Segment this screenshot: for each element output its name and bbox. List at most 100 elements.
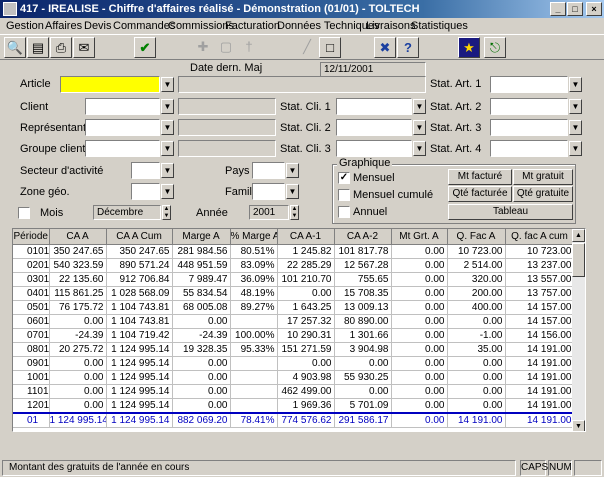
- table-row[interactable]: 1001 0.00 1 124 995.14 0.00 4 903.98 55 930.2…: [13, 370, 575, 385]
- stat-cli-1-field[interactable]: [336, 98, 412, 115]
- menu-devis[interactable]: Devis: [84, 19, 112, 33]
- scroll-down-icon[interactable]: ▼: [572, 420, 585, 431]
- menu-statistiques[interactable]: Statistiques: [411, 19, 468, 33]
- stat-cli-2-dropdown-icon[interactable]: ▼: [413, 120, 426, 135]
- tool-icon[interactable]: †: [238, 37, 260, 58]
- secteur-dropdown-icon[interactable]: ▼: [161, 163, 174, 178]
- stat-art-4-dropdown-icon[interactable]: ▼: [569, 141, 582, 156]
- ok-check-icon[interactable]: ✔: [134, 37, 156, 58]
- table-row[interactable]: 0401 115 861.25 1 028 568.09 55 834.54 48.19…: [13, 286, 575, 301]
- menu-commandes[interactable]: Commandes: [113, 19, 175, 33]
- camera-icon[interactable]: ▤: [27, 37, 49, 58]
- article-dropdown-icon[interactable]: ▼: [161, 77, 174, 92]
- column-header[interactable]: CA A Cum: [106, 229, 173, 245]
- date-value: 12/11/2001: [320, 62, 426, 77]
- zone-field[interactable]: [131, 183, 160, 200]
- close-button[interactable]: ×: [586, 2, 602, 16]
- article-field[interactable]: [60, 76, 160, 93]
- scroll-thumb[interactable]: [572, 243, 585, 277]
- table-row[interactable]: 0801 20 275.72 1 124 995.14 19 328.35 95.33%…: [13, 342, 575, 357]
- column-header[interactable]: % Marge A: [230, 229, 278, 245]
- table-row[interactable]: 1201 0.00 1 124 995.14 0.00 1 969.36 5 701.09…: [13, 398, 575, 413]
- famille-dropdown-icon[interactable]: ▼: [286, 184, 299, 199]
- zone-dropdown-icon[interactable]: ▼: [161, 184, 174, 199]
- stat-art-3-field[interactable]: [490, 119, 568, 136]
- stat-cli-2-field[interactable]: [336, 119, 412, 136]
- exit-icon[interactable]: ⎋: [484, 37, 506, 58]
- column-header[interactable]: CA A-1: [277, 229, 335, 245]
- table-row[interactable]: 0301 22 135.60 912 706.84 7 989.47 36.09% 101…: [13, 272, 575, 287]
- secteur-field[interactable]: [131, 162, 160, 179]
- client-field[interactable]: [85, 98, 160, 115]
- groupe-client-dropdown-icon[interactable]: ▼: [161, 141, 174, 156]
- qte-gratuite-button[interactable]: Qté gratuite: [513, 186, 573, 202]
- table-row[interactable]: 0701 -24.39 1 104 719.42 -24.39 100.00% 10 29…: [13, 328, 575, 343]
- blank-page-icon[interactable]: □: [319, 37, 341, 58]
- table-cell: 5 701.09: [334, 398, 392, 413]
- menu-donnees-techniques[interactable]: Données Techniques: [277, 19, 380, 33]
- menu-livraisons[interactable]: Livraisons: [366, 19, 416, 33]
- stat-art-2-dropdown-icon[interactable]: ▼: [569, 99, 582, 114]
- menu-facturation[interactable]: Facturation: [225, 19, 280, 33]
- total-row[interactable]: 01 1 124 995.14 1 124 995.14 882 069.20 78.4…: [13, 411, 575, 428]
- stat-art-1-dropdown-icon[interactable]: ▼: [569, 77, 582, 92]
- mois-checkbox[interactable]: [18, 207, 30, 219]
- annee-value[interactable]: 2001: [249, 205, 289, 220]
- stat-cli-1-dropdown-icon[interactable]: ▼: [413, 99, 426, 114]
- table-row[interactable]: 0601 0.00 1 104 743.81 0.00 17 257.32 80 890.…: [13, 314, 575, 329]
- famille-field[interactable]: [252, 183, 285, 200]
- column-header[interactable]: Q. Fac A: [447, 229, 506, 245]
- table-row[interactable]: 0101 350 247.65 350 247.65 281 984.56 80.51%…: [13, 244, 575, 259]
- mois-spinner-icon[interactable]: ▲ ▼: [162, 205, 171, 220]
- table-row[interactable]: 0901 0.00 1 124 995.14 0.00 0.00 0.00 0.00 0.00…: [13, 356, 575, 371]
- results-grid[interactable]: Période CA A CA A Cum Marge A% Marge A CA A-…: [12, 228, 586, 432]
- add-icon[interactable]: ✚: [192, 37, 214, 58]
- menu-gestion[interactable]: Gestion: [6, 19, 44, 33]
- annee-spinner-icon[interactable]: ▲ ▼: [290, 205, 299, 220]
- column-header[interactable]: CA A-2: [334, 229, 392, 245]
- mensuel-cumule-checkbox[interactable]: [338, 189, 350, 201]
- pays-dropdown-icon[interactable]: ▼: [286, 163, 299, 178]
- stat-cli-3-field[interactable]: [336, 140, 412, 157]
- table-row[interactable]: 0501 76 175.72 1 104 743.81 68 005.08 89.27%…: [13, 300, 575, 315]
- stat-art-4-field[interactable]: [490, 140, 568, 157]
- tableau-button[interactable]: Tableau: [448, 204, 573, 220]
- column-header[interactable]: Q. fac A cum: [505, 229, 575, 245]
- mail-icon[interactable]: ✉: [73, 37, 95, 58]
- stat-art-1-field[interactable]: [490, 76, 568, 93]
- minimize-button[interactable]: _: [550, 2, 566, 16]
- column-header[interactable]: CA A: [49, 229, 107, 245]
- table-cell: 13 009.13: [334, 300, 392, 315]
- mois-value[interactable]: Décembre: [93, 205, 161, 220]
- filter-form: Date dern. Maj 12/11/2001 Article ▼ Stat…: [4, 60, 600, 228]
- vertical-scrollbar[interactable]: ▲ ▼: [572, 229, 585, 431]
- help-icon[interactable]: ?: [397, 37, 419, 58]
- print-icon[interactable]: ⎙: [50, 37, 72, 58]
- wizard-icon[interactable]: ★: [458, 37, 480, 58]
- mensuel-checkbox[interactable]: ✓: [338, 172, 350, 184]
- qte-facturee-button[interactable]: Qté facturée: [448, 186, 512, 202]
- tools-icon[interactable]: ✖: [374, 37, 396, 58]
- stat-cli-3-dropdown-icon[interactable]: ▼: [413, 141, 426, 156]
- maximize-button[interactable]: □: [567, 2, 583, 16]
- delete-icon[interactable]: ▢: [215, 37, 237, 58]
- client-dropdown-icon[interactable]: ▼: [161, 99, 174, 114]
- mt-gratuit-button[interactable]: Mt gratuit: [513, 169, 573, 185]
- stat-art-3-dropdown-icon[interactable]: ▼: [569, 120, 582, 135]
- scroll-up-icon[interactable]: ▲: [572, 229, 585, 242]
- column-header[interactable]: Marge A: [172, 229, 231, 245]
- annuel-checkbox[interactable]: [338, 206, 350, 218]
- table-row[interactable]: 1101 0.00 1 124 995.14 0.00 462 499.00 0.00 0.…: [13, 384, 575, 399]
- column-header[interactable]: Période: [13, 229, 50, 245]
- search-icon[interactable]: 🔍: [4, 37, 26, 58]
- table-row[interactable]: 0201 540 323.59 890 571.24 448 951.59 83.09%…: [13, 258, 575, 273]
- groupe-client-field[interactable]: [85, 140, 160, 157]
- edit-icon[interactable]: ╱: [296, 37, 318, 58]
- pays-field[interactable]: [252, 162, 285, 179]
- representant-dropdown-icon[interactable]: ▼: [161, 120, 174, 135]
- menu-affaires[interactable]: Affaires: [45, 19, 82, 33]
- mt-facture-button[interactable]: Mt facturé: [448, 169, 512, 185]
- representant-field[interactable]: [85, 119, 160, 136]
- column-header[interactable]: Mt Grt. A: [391, 229, 448, 245]
- stat-art-2-field[interactable]: [490, 98, 568, 115]
